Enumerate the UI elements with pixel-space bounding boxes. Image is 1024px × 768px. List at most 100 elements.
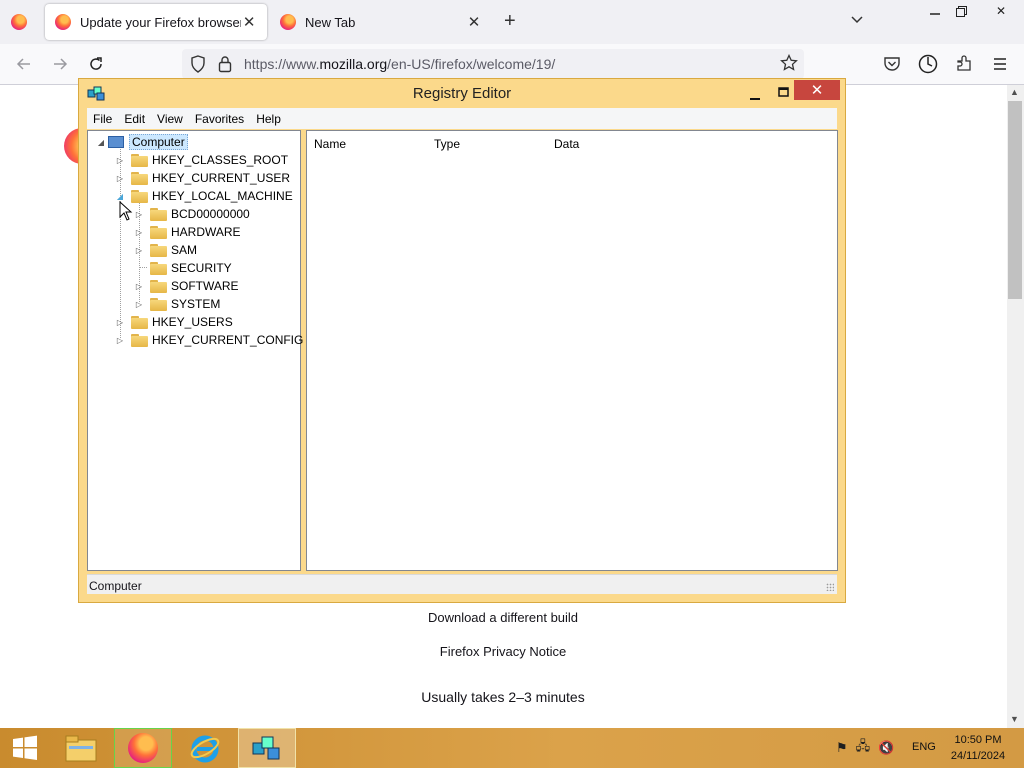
privacy-notice-link[interactable]: Firefox Privacy Notice [353,644,653,659]
tree-node-hkey-classes-root[interactable]: ▷ HKEY_CLASSES_ROOT [115,151,288,169]
values-list-pane[interactable]: Name Type Data [306,130,838,571]
tab-close-icon[interactable]: ✕ [241,14,257,31]
expand-arrow-icon[interactable]: ▷ [115,174,125,183]
taskbar-file-explorer-icon[interactable] [52,728,110,768]
install-time-note: Usually takes 2–3 minutes [421,689,585,705]
column-header-name[interactable]: Name [314,137,346,151]
firefox-view-icon[interactable] [11,14,27,30]
expand-arrow-icon[interactable]: ▷ [134,228,144,237]
tree-node-label: SYSTEM [171,297,221,311]
tab-close-icon[interactable]: ✕ [466,14,482,31]
tree-node-hkey-local-machine[interactable]: ◢ HKEY_LOCAL_MACHINE [115,187,293,205]
tree-node-label: SOFTWARE [171,279,239,293]
account-icon[interactable] [916,52,940,76]
tree-node-label: Computer [129,134,188,150]
menu-help[interactable]: Help [250,112,287,126]
forward-arrow-icon[interactable] [48,52,72,76]
volume-muted-icon[interactable]: 🔇 [878,740,894,756]
restore-icon[interactable] [944,0,978,22]
tree-node-hardware[interactable]: ▷ HARDWARE [134,223,241,241]
expand-arrow-icon[interactable]: ▷ [134,300,144,309]
url-text[interactable]: https://www.mozilla.org/en-US/firefox/we… [244,56,555,72]
pocket-icon[interactable] [880,52,904,76]
expand-arrow-icon[interactable]: ▷ [115,156,125,165]
scroll-up-arrow-icon[interactable]: ▲ [1010,87,1019,97]
status-bar: Computer [87,574,837,594]
close-icon[interactable]: ✕ [978,0,1024,22]
column-header-data[interactable]: Data [554,137,579,151]
tree-node-system[interactable]: ▷ SYSTEM [134,295,220,313]
expand-arrow-icon[interactable]: ▷ [134,210,144,219]
tree-node-security[interactable]: SECURITY [134,259,232,277]
reload-icon[interactable] [84,52,108,76]
status-path: Computer [89,579,142,593]
clock-time: 10:50 PM [954,734,1002,746]
folder-icon [150,243,167,257]
expand-arrow-icon[interactable]: ▷ [115,336,125,345]
expand-arrow-icon[interactable]: ▷ [134,282,144,291]
close-icon[interactable]: ✕ [794,80,840,100]
extensions-puzzle-icon[interactable] [952,52,976,76]
download-different-build-link[interactable]: Download a different build [353,610,653,625]
menu-edit[interactable]: Edit [118,112,151,126]
url-host: mozilla.org [319,56,388,72]
clock[interactable]: 10:50 PM 24/11/2024 [945,732,1011,764]
folder-icon [150,279,167,293]
expand-arrow-icon[interactable]: ▷ [134,246,144,255]
firefox-favicon-icon [55,14,71,30]
tab-update-firefox[interactable]: Update your Firefox browser ✕ [45,4,267,40]
collapse-arrow-icon[interactable]: ◢ [96,138,106,147]
tree-node-hkey-users[interactable]: ▷ HKEY_USERS [115,313,233,331]
taskbar-firefox-icon[interactable] [114,728,172,768]
taskbar-internet-explorer-icon[interactable] [176,728,234,768]
tree-node-label: SECURITY [171,261,232,275]
tree-node-sam[interactable]: ▷ SAM [134,241,197,259]
scroll-down-arrow-icon[interactable]: ▼ [1010,714,1019,724]
bookmark-star-icon[interactable] [780,53,798,75]
tree-node-hkey-current-user[interactable]: ▷ HKEY_CURRENT_USER [115,169,290,187]
tab-list-chevron-icon[interactable] [849,12,865,31]
tab-new-tab[interactable]: New Tab ✕ [270,4,492,40]
new-tab-plus-icon[interactable]: + [504,11,516,31]
hamburger-menu-icon[interactable] [988,52,1012,76]
tree-node-hkey-current-config[interactable]: ▷ HKEY_CURRENT_CONFIG [115,331,303,349]
expand-arrow-icon[interactable]: ▷ [115,318,125,327]
network-icon[interactable]: 🖧 [856,737,871,759]
mouse-cursor-icon [119,201,133,221]
tree-node-label: HKEY_CLASSES_ROOT [152,153,289,167]
menu-file[interactable]: File [87,112,118,126]
firefox-icon [128,733,158,763]
key-tree-pane[interactable]: ◢ Computer ▷ HKEY_CLASSES_ROOT ▷ HKEY_CU… [87,130,303,571]
url-prefix: https://www. [244,56,320,72]
registry-editor-window: Registry Editor ✕ File Edit View Favorit… [78,78,846,603]
scrollbar-thumb[interactable] [1008,101,1022,299]
back-arrow-icon[interactable] [12,52,36,76]
lock-icon[interactable] [218,55,232,76]
minimize-icon[interactable] [743,83,767,101]
maximize-icon[interactable] [771,83,795,101]
collapse-arrow-icon[interactable]: ◢ [115,192,125,201]
address-bar[interactable]: https://www.mozilla.org/en-US/firefox/we… [182,49,804,79]
menu-bar: File Edit View Favorites Help [87,108,837,129]
title-bar[interactable]: Registry Editor ✕ [79,79,845,107]
window-title: Registry Editor [412,85,512,102]
folder-icon [131,171,148,185]
taskbar-registry-editor-icon[interactable] [238,728,296,768]
tree-node-software[interactable]: ▷ SOFTWARE [134,277,239,295]
tracking-protection-shield-icon[interactable] [190,55,206,76]
tab-bar: Update your Firefox browser ✕ New Tab ✕ … [0,0,1024,44]
input-language[interactable]: ENG [912,741,936,753]
tree-node-bcd00000000[interactable]: ▷ BCD00000000 [134,205,250,223]
menu-favorites[interactable]: Favorites [189,112,250,126]
resize-grip-icon[interactable] [826,583,834,591]
tree-node-label: HKEY_USERS [152,315,233,329]
tab-label: Update your Firefox browser [80,14,242,30]
tree-node-computer[interactable]: ◢ Computer [96,133,188,151]
folder-icon [150,225,167,239]
column-header-type[interactable]: Type [434,137,460,151]
tree-node-label: HARDWARE [171,225,241,239]
menu-view[interactable]: View [151,112,189,126]
tree-node-label: HKEY_CURRENT_USER [152,171,291,185]
windows-start-icon[interactable] [0,728,50,768]
action-center-flag-icon[interactable]: ⚑ [836,740,848,756]
